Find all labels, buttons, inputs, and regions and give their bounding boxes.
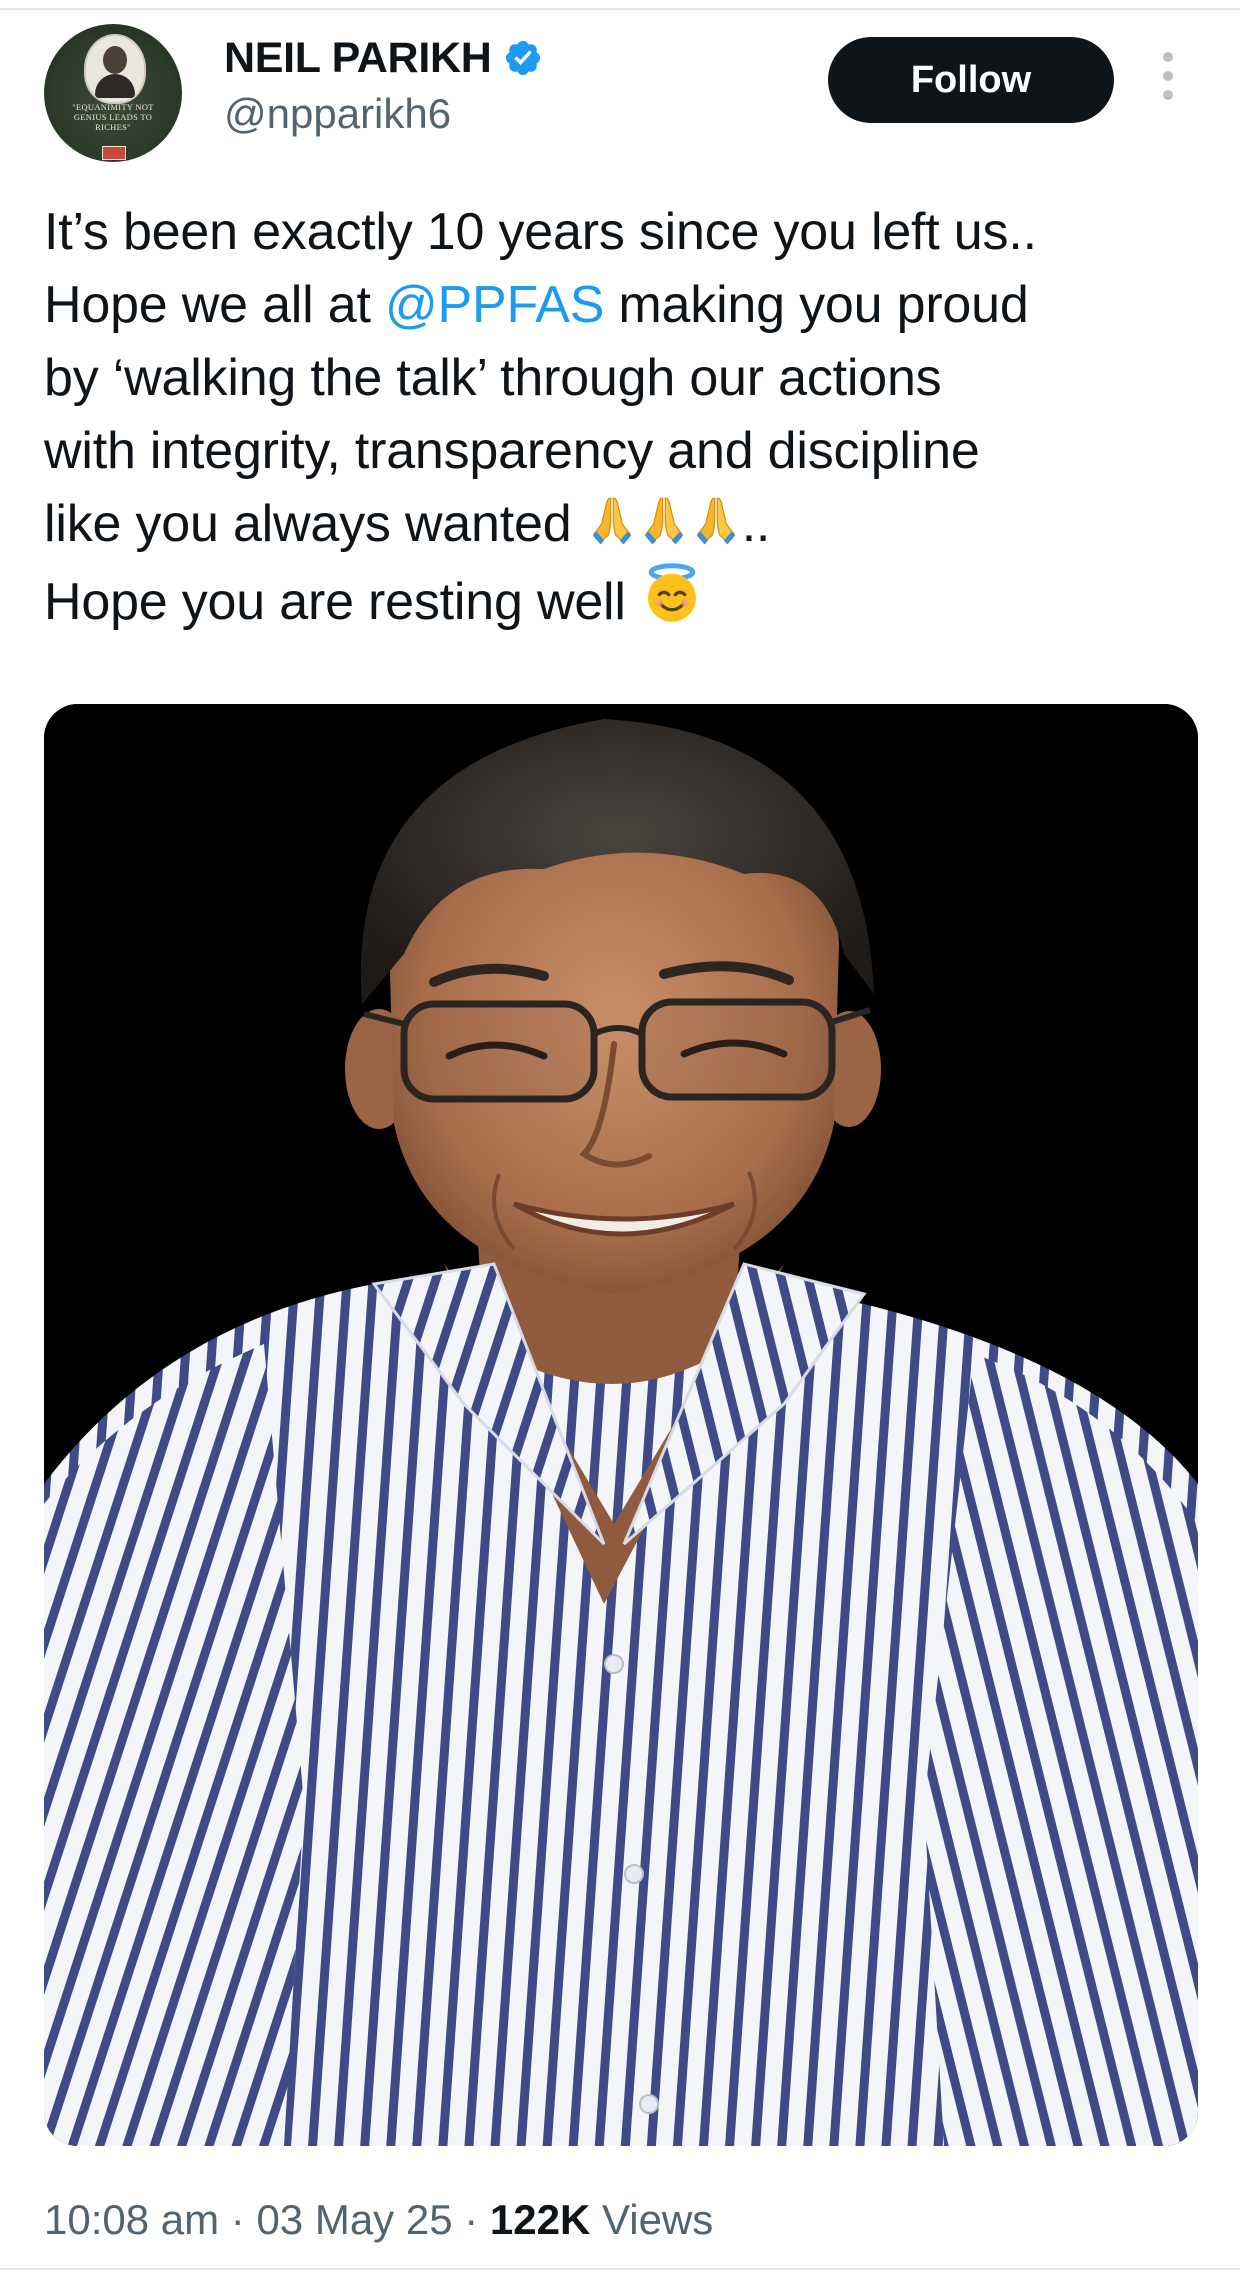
follow-button[interactable]: Follow: [828, 37, 1114, 123]
tweet-line-1: It’s been exactly 10 years since you lef…: [44, 203, 1037, 261]
tweet-line-3: by ‘walking the talk’ through our action…: [44, 349, 942, 407]
tweet-line-2-start: Hope we all at: [44, 276, 385, 334]
verified-badge-icon: [506, 40, 541, 76]
tweet-time[interactable]: 10:08 am: [44, 2196, 219, 2243]
bottom-divider: [0, 2268, 1240, 2270]
photo-portrait-illustration: [44, 704, 1198, 2146]
tweet-line-4: with integrity, transparency and discipl…: [44, 422, 980, 480]
views-label: Views: [590, 2196, 714, 2243]
views-count[interactable]: 122K: [490, 2196, 590, 2243]
smiling-face-with-halo-icon: [648, 563, 696, 622]
folded-hands-icon: [696, 497, 735, 545]
author-handle[interactable]: @npparikh6: [224, 90, 451, 138]
tweet-photo[interactable]: [44, 704, 1198, 2146]
avatar-plaque: [102, 146, 126, 160]
tweet-line-5-start: like you always wanted: [44, 495, 586, 553]
tweet-line-5-end: ..: [741, 495, 771, 553]
tweet-meta: 10:08 am · 03 May 25 · 122K Views: [44, 2196, 713, 2244]
meta-separator: ·: [219, 2196, 257, 2243]
tweet-line-2-end: making you proud: [604, 276, 1029, 334]
more-options-icon[interactable]: [1156, 52, 1180, 108]
avatar-quote: "EQUANIMITY NOT GENIUS LEADS TO RICHES": [72, 102, 154, 132]
folded-hands-icon: [592, 497, 631, 545]
tweet-line-6: Hope you are resting well: [44, 561, 1204, 639]
meta-separator: ·: [452, 2196, 490, 2243]
avatar[interactable]: "EQUANIMITY NOT GENIUS LEADS TO RICHES": [44, 24, 182, 162]
tweet-line-2: Hope we all at @PPFAS making you proud: [44, 269, 1204, 342]
tweet-date[interactable]: 03 May 25: [256, 2196, 452, 2243]
top-divider: [0, 8, 1240, 10]
folded-hands-icon: [644, 497, 683, 545]
mention-link[interactable]: @PPFAS: [385, 276, 604, 334]
tweet-line-5: like you always wanted ..: [44, 488, 1204, 561]
avatar-portrait: [84, 34, 146, 104]
tweet-line-6-text: Hope you are resting well: [44, 573, 640, 631]
author-name-row[interactable]: NEIL PARIKH: [224, 30, 543, 86]
tweet-text: It’s been exactly 10 years since you lef…: [44, 196, 1204, 639]
display-name[interactable]: NEIL PARIKH: [224, 34, 492, 83]
